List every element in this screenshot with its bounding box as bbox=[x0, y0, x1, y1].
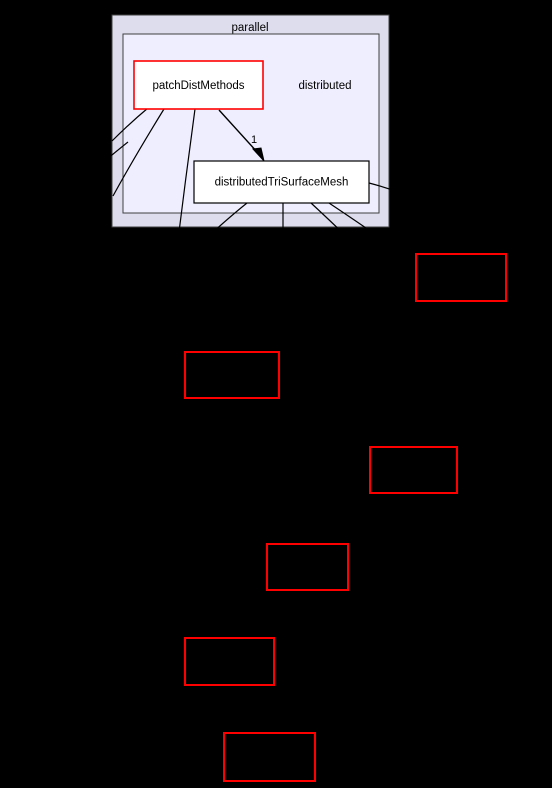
node-patchdistmethods-label: patchDistMethods bbox=[152, 80, 244, 92]
edge-multiplicity-label: 1 bbox=[251, 134, 257, 146]
node-hidden-2[interactable] bbox=[184, 351, 280, 399]
node-hidden-2-box[interactable] bbox=[184, 351, 280, 399]
cluster-distributed-label: distributed bbox=[298, 80, 351, 92]
node-hidden-5[interactable] bbox=[184, 637, 275, 686]
node-hidden-4[interactable] bbox=[266, 543, 349, 591]
directory-dependency-graph: parallel distributed 1 patchDistMethods … bbox=[97, 14, 507, 782]
cluster-parallel-label: parallel bbox=[231, 22, 268, 34]
node-hidden-6[interactable] bbox=[223, 732, 316, 782]
node-hidden-3-box[interactable] bbox=[369, 446, 458, 494]
node-patchdistmethods[interactable]: patchDistMethods bbox=[133, 60, 264, 110]
node-hidden-1[interactable] bbox=[415, 253, 507, 302]
diagram-canvas: parallel distributed 1 patchDistMethods … bbox=[0, 0, 552, 788]
node-hidden-5-box[interactable] bbox=[184, 637, 275, 686]
node-distributedtrisurfacemesh-label: distributedTriSurfaceMesh bbox=[215, 177, 349, 189]
node-hidden-3[interactable] bbox=[369, 446, 458, 494]
node-hidden-6-box[interactable] bbox=[223, 732, 316, 782]
node-distributedtrisurfacemesh[interactable]: distributedTriSurfaceMesh bbox=[193, 160, 370, 204]
node-hidden-4-box[interactable] bbox=[266, 543, 349, 591]
node-hidden-1-box[interactable] bbox=[415, 253, 507, 302]
